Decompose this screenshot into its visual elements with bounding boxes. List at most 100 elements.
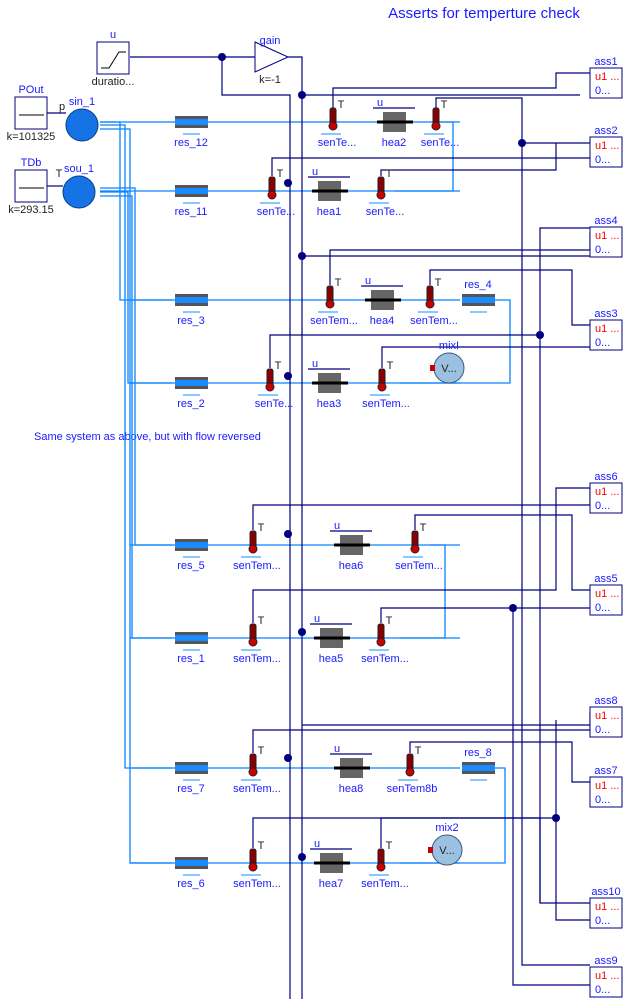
assert-label: ass3 <box>594 308 617 320</box>
assert-ass3[interactable]: ass3 u1 ... 0... <box>589 308 623 351</box>
wire <box>400 544 446 639</box>
thermometer-bulb <box>376 637 386 647</box>
temperature-sensor[interactable]: TsenTe... <box>366 168 405 218</box>
thermometer-bulb <box>405 767 415 777</box>
temperature-sensor[interactable]: TsenTem8b <box>387 745 438 795</box>
block-frame <box>96 41 130 75</box>
thermometer-bulb <box>376 862 386 872</box>
heat-port <box>428 847 433 853</box>
pipe-fluid <box>175 765 208 771</box>
wire <box>380 607 590 623</box>
thermometer-bulb <box>265 382 275 392</box>
temperature-sensor[interactable]: TsenTem... <box>233 522 281 572</box>
temperature-sensor[interactable]: TsenTem... <box>362 360 410 410</box>
assert-ass8[interactable]: ass8 u1 ... 0... <box>589 695 623 738</box>
pipe-res_3[interactable]: res_3 <box>175 294 208 327</box>
pipe-res_8[interactable]: res_8 <box>462 747 495 781</box>
wire <box>512 608 590 986</box>
thermometer-bulb <box>425 299 435 309</box>
pipe-res_7[interactable]: res_7 <box>175 762 208 795</box>
heater-hea8[interactable]: u hea8 <box>330 743 372 795</box>
temperature-sensor[interactable]: TsenTem... <box>361 615 409 665</box>
pipe-res_4[interactable]: res_4 <box>462 279 495 313</box>
temperature-sensor[interactable]: TsenTe... <box>255 360 294 410</box>
pipe-res_12[interactable]: res_12 <box>174 116 208 149</box>
temperature-sensor[interactable]: TsenTem... <box>233 840 281 890</box>
pipe-label: res_11 <box>175 206 208 218</box>
mixing-volume-vol2[interactable]: V... mix2 <box>428 822 463 866</box>
junction-dot <box>536 331 544 339</box>
TDb-block[interactable]: TDb k=293.15 <box>8 157 54 216</box>
pipe-res_5[interactable]: res_5 <box>175 539 208 572</box>
heater-label: hea6 <box>339 560 363 572</box>
heater-label: hea1 <box>317 206 341 218</box>
heater-hea7[interactable]: u hea7 <box>310 838 352 890</box>
temperature-sensor[interactable]: TsenTem... <box>361 840 409 890</box>
wire <box>100 128 172 864</box>
heater-hea5[interactable]: u hea5 <box>310 613 352 665</box>
temperature-sensor[interactable]: TsenTem... <box>233 615 281 665</box>
assert-input-2: 0... <box>595 85 610 97</box>
wire <box>414 514 590 591</box>
sensor-label: senTem... <box>233 560 281 572</box>
assert-ass6[interactable]: ass6 u1 ... 0... <box>589 471 623 514</box>
heater-hea4[interactable]: u hea4 <box>361 275 403 327</box>
thermometer-bulb <box>248 544 258 554</box>
assert-label: ass2 <box>594 125 617 137</box>
gain-block[interactable]: gain k=-1 <box>254 35 290 86</box>
wire <box>380 143 557 176</box>
temperature-sensor[interactable]: TsenTe... <box>318 99 357 149</box>
sin_1-boundary[interactable]: sin_1 p <box>59 96 99 142</box>
heater-input-label: u <box>314 613 320 625</box>
u-block[interactable]: u duratio... <box>92 29 135 88</box>
sensor-port-label: T <box>415 745 422 757</box>
assert-ass4[interactable]: ass4 u1 ... 0... <box>589 215 623 258</box>
reversed-flow-note: Same system as above, but with flow reve… <box>34 431 261 443</box>
assert-input-2: 0... <box>595 337 610 349</box>
assert-label: ass1 <box>594 56 617 68</box>
junction-dot <box>298 628 306 636</box>
temperature-sensor[interactable]: TsenTem... <box>233 745 281 795</box>
assert-input-2: 0... <box>595 154 610 166</box>
assert-input-u1: u1 ... <box>595 901 619 913</box>
assert-ass7[interactable]: ass7 u1 ... 0... <box>589 765 623 808</box>
assert-ass2[interactable]: ass2 u1 ... 0... <box>589 125 623 168</box>
assert-ass9[interactable]: ass9 u1 ... 0... <box>589 955 623 998</box>
wire <box>100 195 172 639</box>
sensor-label: senTem... <box>233 783 281 795</box>
sensor-port-label: T <box>258 745 265 757</box>
assert-label: ass10 <box>591 886 620 898</box>
heater-hea3[interactable]: u hea3 <box>308 358 350 410</box>
heater-input-label: u <box>334 743 340 755</box>
assert-ass1[interactable]: ass1 u1 ... 0... <box>589 56 623 99</box>
heater-input-label: u <box>312 358 318 370</box>
pipe-res_6[interactable]: res_6 <box>175 857 208 890</box>
pipe-fluid <box>175 542 208 548</box>
pipe-res_11[interactable]: res_11 <box>175 185 208 218</box>
assert-label: ass4 <box>594 215 617 227</box>
pipe-res_1[interactable]: res_1 <box>175 632 208 665</box>
block-frame <box>14 96 48 130</box>
assert-input-2: 0... <box>595 794 610 806</box>
pipe-label: res_12 <box>174 137 208 149</box>
diagram-title: Asserts for temperture check <box>388 5 580 22</box>
pipe-label: res_1 <box>177 653 205 665</box>
block-frame <box>14 169 48 203</box>
TDb-param: k=293.15 <box>8 204 54 216</box>
TDb-label: TDb <box>21 157 42 169</box>
heater-hea2[interactable]: u hea2 <box>373 97 415 149</box>
temperature-sensor[interactable]: TsenTem... <box>310 277 358 327</box>
temperature-sensor[interactable]: TsenTem... <box>410 277 458 327</box>
heater-hea6[interactable]: u hea6 <box>330 520 372 572</box>
pipe-res_2[interactable]: res_2 <box>175 377 208 410</box>
sensor-port-label: T <box>386 840 393 852</box>
assert-ass5[interactable]: ass5 u1 ... 0... <box>589 573 623 616</box>
heater-hea1[interactable]: u hea1 <box>308 166 350 218</box>
assert-input-u1: u1 ... <box>595 970 619 982</box>
pipe-label: res_8 <box>464 747 492 759</box>
assert-label: ass9 <box>594 955 617 967</box>
temperature-sensor[interactable]: TsenTem... <box>395 522 443 572</box>
assert-ass10[interactable]: ass10 u1 ... 0... <box>589 886 623 929</box>
sensor-port-label: T <box>386 615 393 627</box>
assert-input-u1: u1 ... <box>595 710 619 722</box>
